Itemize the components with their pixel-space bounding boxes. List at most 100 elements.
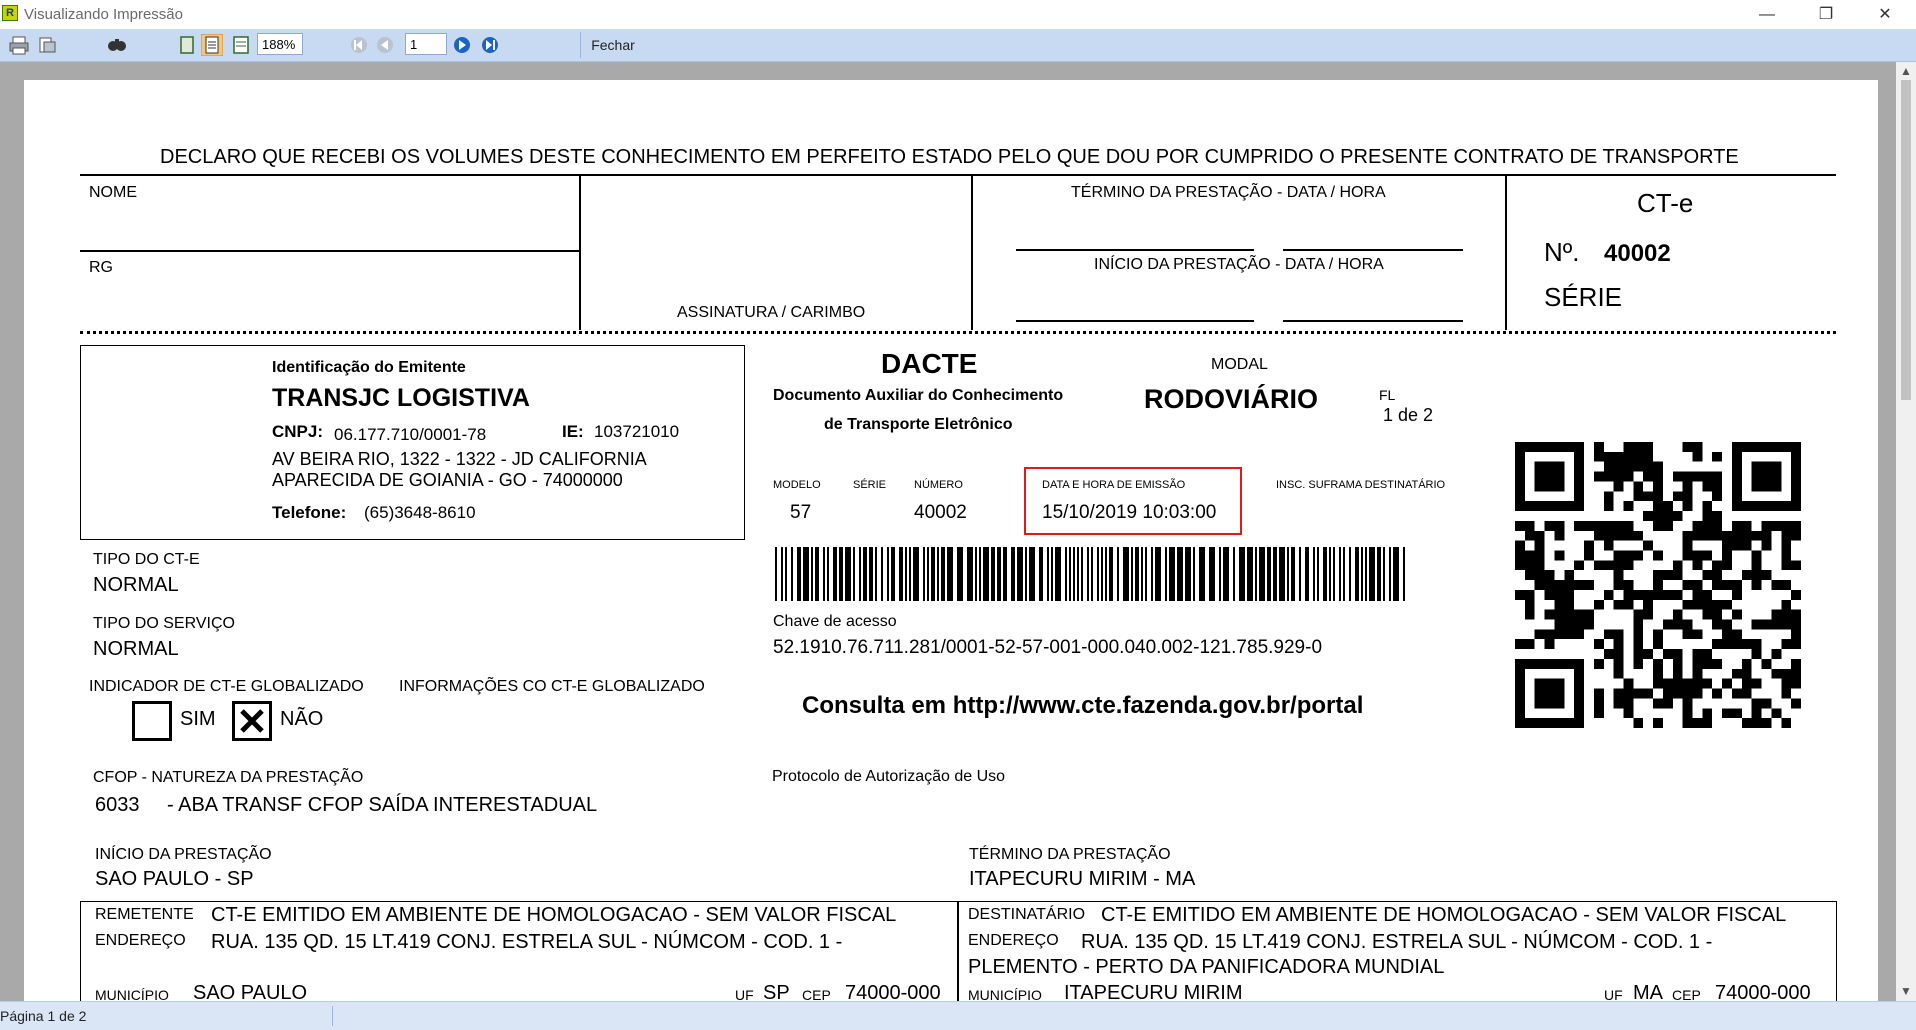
qr-module bbox=[1524, 639, 1535, 650]
previous-page-icon[interactable] bbox=[374, 34, 396, 56]
qr-module bbox=[1643, 461, 1654, 472]
inicio-label: INÍCIO DA PRESTAÇÃO bbox=[95, 846, 272, 863]
qr-module bbox=[1761, 461, 1772, 472]
qr-module bbox=[1722, 708, 1732, 719]
scroll-thumb[interactable] bbox=[1901, 80, 1911, 400]
nao-checkbox bbox=[232, 701, 272, 741]
print-setup-icon[interactable] bbox=[36, 34, 58, 56]
qr-module bbox=[1544, 678, 1555, 689]
barcode-bar bbox=[1223, 547, 1229, 601]
qr-module bbox=[1574, 580, 1585, 590]
qr-module bbox=[1643, 649, 1654, 659]
vertical-scrollbar[interactable]: ▲ ▼ bbox=[1896, 62, 1916, 1001]
qr-module bbox=[1791, 698, 1801, 709]
qr-module bbox=[1623, 560, 1634, 571]
cnpj-label: CNPJ: bbox=[272, 422, 324, 441]
qr-module bbox=[1731, 520, 1742, 531]
chave-label: Chave de acesso bbox=[773, 613, 897, 630]
qr-module bbox=[1712, 530, 1723, 541]
qr-module bbox=[1781, 442, 1792, 452]
barcode-bar bbox=[967, 547, 973, 601]
scroll-down-icon[interactable]: ▼ bbox=[1900, 984, 1912, 998]
barcode-bar bbox=[1291, 547, 1295, 601]
qr-module bbox=[1544, 658, 1555, 669]
fechar-button[interactable]: Fechar bbox=[580, 32, 645, 58]
qr-module bbox=[1584, 609, 1594, 620]
qr-module bbox=[1643, 540, 1654, 551]
phone-value: (65)3648-8610 bbox=[364, 503, 476, 522]
qr-module bbox=[1515, 678, 1525, 689]
qr-module bbox=[1564, 501, 1575, 512]
qr-module bbox=[1751, 639, 1762, 650]
qr-module bbox=[1554, 530, 1565, 541]
barcode-bar bbox=[1117, 547, 1119, 601]
qr-module bbox=[1593, 599, 1604, 610]
qr-module bbox=[1633, 718, 1644, 728]
single-page-icon[interactable] bbox=[176, 34, 198, 56]
qr-module bbox=[1672, 570, 1683, 581]
qr-module bbox=[1791, 639, 1801, 650]
barcode-bar bbox=[891, 547, 895, 601]
qr-module bbox=[1623, 678, 1634, 689]
minimize-button[interactable]: — bbox=[1744, 0, 1790, 29]
qr-module bbox=[1751, 461, 1762, 472]
page-number-input[interactable]: 1 bbox=[405, 33, 447, 55]
suframa-label: INSC. SUFRAMA DESTINATÁRIO bbox=[1276, 479, 1446, 491]
qr-module bbox=[1761, 540, 1772, 551]
print-icon[interactable] bbox=[8, 34, 30, 56]
qr-module bbox=[1722, 629, 1732, 640]
qr-module bbox=[1672, 471, 1683, 482]
qr-module bbox=[1653, 718, 1663, 728]
qr-module bbox=[1534, 570, 1545, 581]
qr-module bbox=[1544, 520, 1555, 531]
page-width-icon[interactable] bbox=[201, 34, 223, 56]
barcode-bar bbox=[1109, 547, 1113, 601]
qr-module bbox=[1662, 678, 1673, 689]
qr-module bbox=[1613, 520, 1624, 531]
qr-module bbox=[1791, 629, 1801, 640]
qr-module bbox=[1623, 580, 1634, 590]
first-page-icon[interactable] bbox=[348, 34, 370, 56]
scroll-up-icon[interactable]: ▲ bbox=[1900, 64, 1912, 78]
qr-module bbox=[1761, 658, 1772, 669]
qr-module bbox=[1791, 609, 1801, 620]
qr-module bbox=[1613, 580, 1624, 590]
restore-button[interactable]: ❐ bbox=[1803, 0, 1849, 29]
barcode-bar bbox=[1193, 547, 1195, 601]
qr-module bbox=[1761, 501, 1772, 512]
next-page-icon[interactable] bbox=[451, 34, 473, 56]
qr-module bbox=[1544, 580, 1555, 590]
title-bar: R Visualizando Impressão — ❐ ✕ bbox=[0, 0, 1916, 29]
qr-module bbox=[1524, 560, 1535, 571]
qr-module bbox=[1682, 629, 1693, 640]
two-pages-icon[interactable] bbox=[230, 34, 252, 56]
preview-area[interactable]: DECLARO QUE RECEBI OS VOLUMES DESTE CONH… bbox=[0, 62, 1896, 1001]
qr-module bbox=[1603, 461, 1614, 472]
barcode-bar bbox=[1259, 547, 1265, 601]
qr-module bbox=[1554, 580, 1565, 590]
barcode-bar bbox=[1355, 547, 1359, 601]
qr-module bbox=[1692, 520, 1703, 531]
barcode-bar bbox=[1267, 547, 1271, 601]
zoom-input[interactable]: 188% bbox=[257, 33, 303, 55]
qr-module bbox=[1515, 668, 1525, 679]
qr-module bbox=[1653, 481, 1663, 492]
barcode-bar bbox=[1069, 547, 1071, 601]
qr-module bbox=[1515, 520, 1525, 531]
qr-module bbox=[1682, 580, 1693, 590]
qr-module bbox=[1653, 580, 1663, 590]
divider bbox=[957, 901, 959, 1001]
qr-module bbox=[1682, 540, 1693, 551]
qr-module bbox=[1731, 461, 1742, 472]
last-page-icon[interactable] bbox=[479, 34, 501, 56]
qr-module bbox=[1731, 708, 1742, 719]
qr-module bbox=[1544, 589, 1555, 600]
find-icon[interactable] bbox=[106, 34, 128, 56]
termino-data-label: TÉRMINO DA PRESTAÇÃO - DATA / HORA bbox=[1071, 184, 1386, 201]
numero-value-dacte: 40002 bbox=[914, 502, 967, 523]
address-line2: APARECIDA DE GOIANIA - GO - 74000000 bbox=[272, 470, 623, 490]
qr-module bbox=[1633, 688, 1644, 699]
qr-module bbox=[1791, 619, 1801, 630]
close-window-button[interactable]: ✕ bbox=[1862, 0, 1908, 29]
qr-module bbox=[1682, 698, 1693, 709]
